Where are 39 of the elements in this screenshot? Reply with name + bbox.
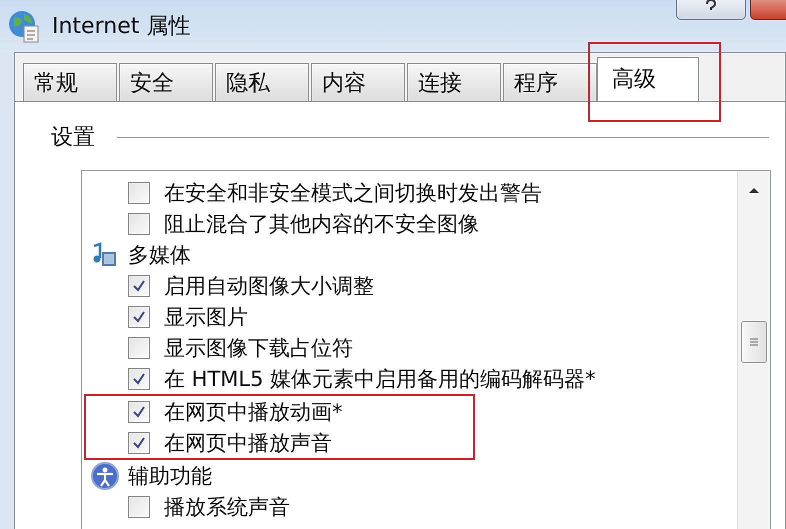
tab[interactable]: 连接 xyxy=(407,63,501,101)
tab[interactable]: 高级 xyxy=(597,57,699,101)
option-label[interactable]: 播放系统声音 xyxy=(164,492,290,520)
tab[interactable]: 安全 xyxy=(119,63,213,101)
option-label[interactable]: 在网页中播放声音 xyxy=(164,428,332,456)
option-label[interactable]: 显示图片 xyxy=(164,302,248,330)
tab[interactable]: 程序 xyxy=(503,63,597,101)
option-label[interactable]: 在安全和非安全模式之间切换时发出警告 xyxy=(164,178,542,206)
checkmark-icon xyxy=(132,404,146,418)
checkmark-icon xyxy=(132,278,146,292)
option-label[interactable]: 启用自动图像大小调整 xyxy=(164,272,374,300)
checkmark-icon xyxy=(132,436,146,450)
window-title: Internet 属性 xyxy=(52,13,190,41)
group-label: 多媒体 xyxy=(128,242,191,268)
tab[interactable]: 隐私 xyxy=(215,63,309,101)
checkbox[interactable] xyxy=(128,400,150,422)
checkbox[interactable] xyxy=(128,182,150,204)
checkbox[interactable] xyxy=(128,336,150,358)
help-button[interactable] xyxy=(676,0,746,20)
scrollbar[interactable] xyxy=(737,171,770,529)
option-label[interactable]: 在 HTML5 媒体元素中启用备用的编码解码器* xyxy=(164,364,596,392)
checkbox[interactable] xyxy=(128,432,150,454)
checkbox[interactable] xyxy=(128,368,150,390)
tab[interactable]: 常规 xyxy=(23,63,117,101)
option-label[interactable]: 显示图像下载占位符 xyxy=(164,334,353,362)
checkmark-icon xyxy=(132,372,146,386)
group-title: 设置 xyxy=(51,124,95,152)
scroll-up-icon[interactable] xyxy=(747,185,761,195)
option-label[interactable]: 在网页中播放动画* xyxy=(164,398,342,426)
checkbox[interactable] xyxy=(128,496,150,518)
checkmark-icon xyxy=(132,310,146,324)
checkbox[interactable] xyxy=(128,212,150,234)
checkbox[interactable] xyxy=(128,306,150,328)
accessibility-icon xyxy=(90,460,120,490)
tab[interactable]: 内容 xyxy=(311,63,405,101)
option-label[interactable]: 阻止混合了其他内容的不安全图像 xyxy=(164,210,479,238)
group-label: 辅助功能 xyxy=(128,462,212,490)
checkbox[interactable] xyxy=(128,274,150,296)
scroll-thumb[interactable] xyxy=(741,321,767,363)
